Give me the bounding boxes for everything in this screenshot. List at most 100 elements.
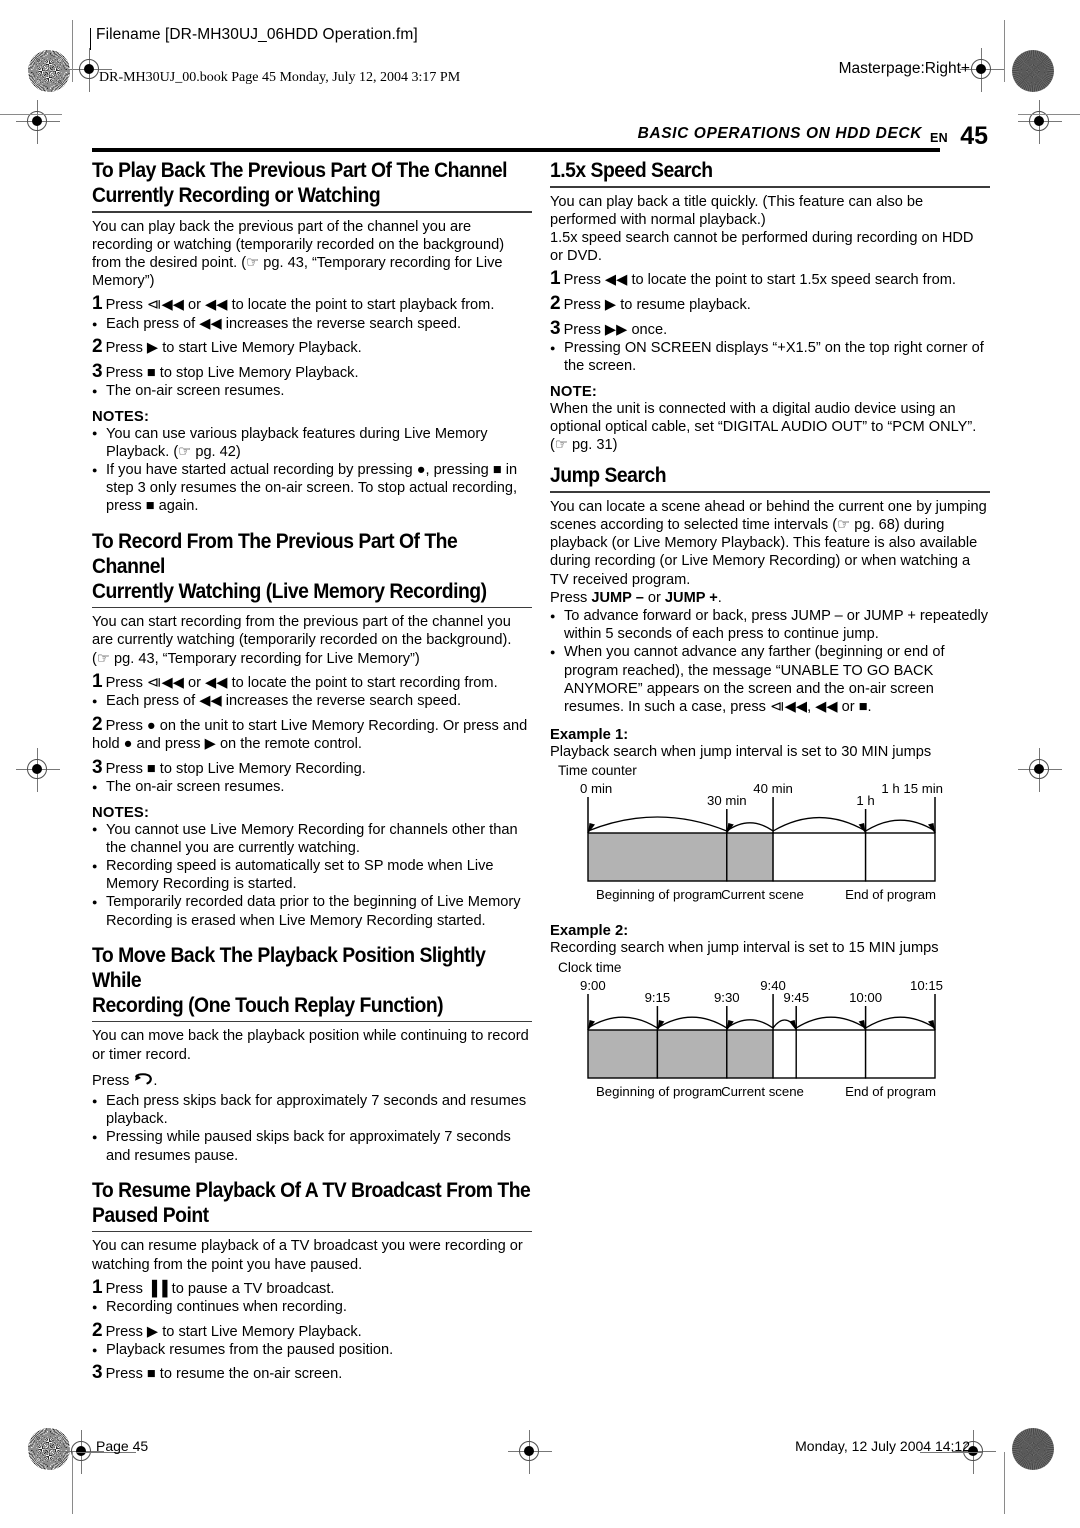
left-column: To Play Back The Previous Part Of The Ch… [92, 158, 532, 1397]
framemaker-filename: Filename [DR-MH30UJ_06HDD Operation.fm] [96, 26, 418, 43]
press-label: Press [92, 1072, 130, 1089]
jump-bullets: To advance forward or back, press JUMP –… [550, 607, 990, 716]
step-text: Press ▶ to start Live Memory Playback. [105, 340, 362, 357]
section-heading: Jump Search [550, 463, 667, 488]
heading-line-1: To Play Back The Previous Part Of The Ch… [92, 158, 508, 182]
heading-line-1: To Record From The Previous Part Of The … [92, 528, 458, 578]
unshaded-segment [772, 832, 867, 883]
note-item: Temporarily recorded data prior to the b… [92, 893, 532, 929]
timeline-svg: Clock time 9:00 9:15 9:30 9:409:45 10:00 10:15… [558, 960, 943, 1099]
crop-line-right-vertical [1004, 20, 1006, 82]
tick-label: 30 min [707, 793, 747, 808]
step-text: Press ◀◀ to locate the point to start 1.… [563, 272, 956, 289]
tick-label: 9:30 [714, 990, 740, 1005]
crop-line-left-vertical [72, 20, 74, 82]
rosette-mark-bottom-right [1012, 1428, 1054, 1470]
step-number: 2 [92, 713, 103, 735]
unshaded-segment [864, 1028, 936, 1079]
timeline-footer-label: Beginning of program [596, 1084, 722, 1099]
framemaker-masterpage: Masterpage:Right+ [838, 60, 970, 77]
unshaded-segment [795, 1028, 867, 1079]
section-intro: You can resume playback of a TV broadcas… [92, 1238, 523, 1273]
example-caption: Playback search when jump interval is se… [550, 744, 932, 761]
shaded-segment [587, 832, 728, 883]
section-rule [92, 606, 532, 609]
bullet-item: Pressing ON SCREEN displays “+X1.5” on t… [550, 339, 990, 375]
notes-list: You cannot use Live Memory Recording for… [92, 820, 532, 930]
tick-label: 1 h 15 min [881, 781, 943, 796]
example-label: Example 2: [550, 923, 629, 940]
step-bullets: The on-air screen resumes. [92, 778, 532, 796]
footer-timestamp: Monday, 12 July 2004 14:12 [795, 1438, 970, 1454]
unshaded-segment [772, 1028, 797, 1079]
header-rule [92, 147, 940, 152]
timeline-footer-label: Current scene [721, 887, 804, 902]
step-item: 1 Press ◀◀ to locate the point to start 1… [550, 268, 990, 290]
section-intro: You can move back the playback position … [92, 1028, 529, 1063]
timeline-footer-label: Current scene [721, 1084, 804, 1099]
tick-label: 40 min [753, 781, 793, 796]
section-heading: 1.5x Speed Search [550, 158, 713, 182]
tick-label: 0 min [580, 781, 612, 796]
registration-mark-upper-left [16, 100, 60, 144]
step-bullets: The on-air screen resumes. [92, 382, 532, 400]
note-item: You can use various playback features du… [92, 424, 532, 461]
section-rule [550, 491, 990, 493]
rosette-mark-top-right [1012, 50, 1054, 92]
jump-arc [865, 820, 936, 832]
step-text: Press ▶▶ once. [563, 321, 668, 338]
section-heading: To Move Back The Playback Position Sligh… [92, 943, 532, 1018]
section-rule [92, 211, 532, 213]
press-mid: or [643, 589, 665, 606]
press-instruction: Press JUMP – or JUMP +. [550, 589, 990, 607]
step-bullets: Each press of ◀◀ increases the reverse s… [92, 314, 532, 333]
notes-list: You can use various playback features du… [92, 424, 532, 516]
note-label: NOTE: [550, 383, 598, 400]
step-item: 3 Press ▶▶ once. [550, 317, 990, 340]
section-resume-playback-paused: To Resume Playback Of A TV Broadcast Fro… [92, 1178, 532, 1384]
step-item: 1 Press ⧏◀◀ or ◀◀ to locate the point to … [92, 672, 532, 693]
unshaded-segment [864, 832, 936, 883]
jump-arc [726, 822, 774, 832]
heading-line-2: Currently Watching (Live Memory Recordin… [92, 578, 487, 603]
jump-arc [772, 817, 866, 832]
tick-label: 10:00 [849, 990, 882, 1005]
step-bullets: Playback resumes from the paused positio… [92, 1341, 532, 1359]
step-item: 3 Press ■ to stop Live Memory Playback. [92, 360, 532, 383]
jump-arc [587, 1016, 658, 1029]
step-bullets: Pressing ON SCREEN displays “+X1.5” on t… [550, 339, 990, 375]
registration-mark-mid-left [16, 748, 60, 792]
jump-arc [587, 816, 728, 833]
replay-bullets: Each press skips back for approximately … [92, 1092, 532, 1165]
press-suffix: . [153, 1072, 158, 1089]
section-heading: To Play Back The Previous Part Of The Ch… [92, 158, 532, 208]
section-heading: To Resume Playback Of A TV Broadcast Fro… [92, 1178, 532, 1228]
step-item: 2 Press ● on the unit to start Live Memor… [92, 713, 532, 754]
bullet-item: The on-air screen resumes. [92, 778, 532, 796]
shaded-segment [726, 1028, 774, 1079]
jump-arc [657, 1016, 728, 1029]
crop-line-bottom-right-vertical [1004, 1452, 1006, 1514]
section-heading: To Record From The Previous Part Of The … [92, 529, 532, 604]
timeline-footer-label: End of program [845, 887, 936, 902]
running-head: BASIC OPERATIONS ON HDD DECK [637, 125, 922, 142]
jump-arc [865, 1016, 936, 1029]
bullet-item: The on-air screen resumes. [92, 382, 532, 400]
step-number: 3 [550, 317, 561, 339]
section-intro: You can play back the previous part of t… [92, 218, 505, 290]
filename-tick [90, 28, 92, 50]
step-number: 3 [92, 360, 103, 382]
section-jump-search: Jump Search You can locate a scene ahead… [550, 463, 990, 716]
section-one-touch-replay: To Move Back The Playback Position Sligh… [92, 943, 532, 1165]
step-bullets: Recording continues when recording. [92, 1298, 532, 1316]
step-number: 1 [550, 268, 561, 290]
step-number: 3 [92, 1362, 103, 1384]
notes-label: NOTES: [92, 408, 150, 425]
bullet-item: Playback resumes from the paused positio… [92, 1341, 532, 1359]
step-bullets: Each press of ◀◀ increases the reverse s… [92, 692, 532, 710]
right-column: 1.5x Speed Search You can play back a ti… [550, 158, 990, 1109]
language-label: EN [930, 131, 948, 145]
note-text: When the unit is connected with a digita… [550, 400, 977, 453]
step-text: Press ▶ to resume playback. [563, 297, 751, 313]
press-prefix: Press [550, 589, 592, 606]
